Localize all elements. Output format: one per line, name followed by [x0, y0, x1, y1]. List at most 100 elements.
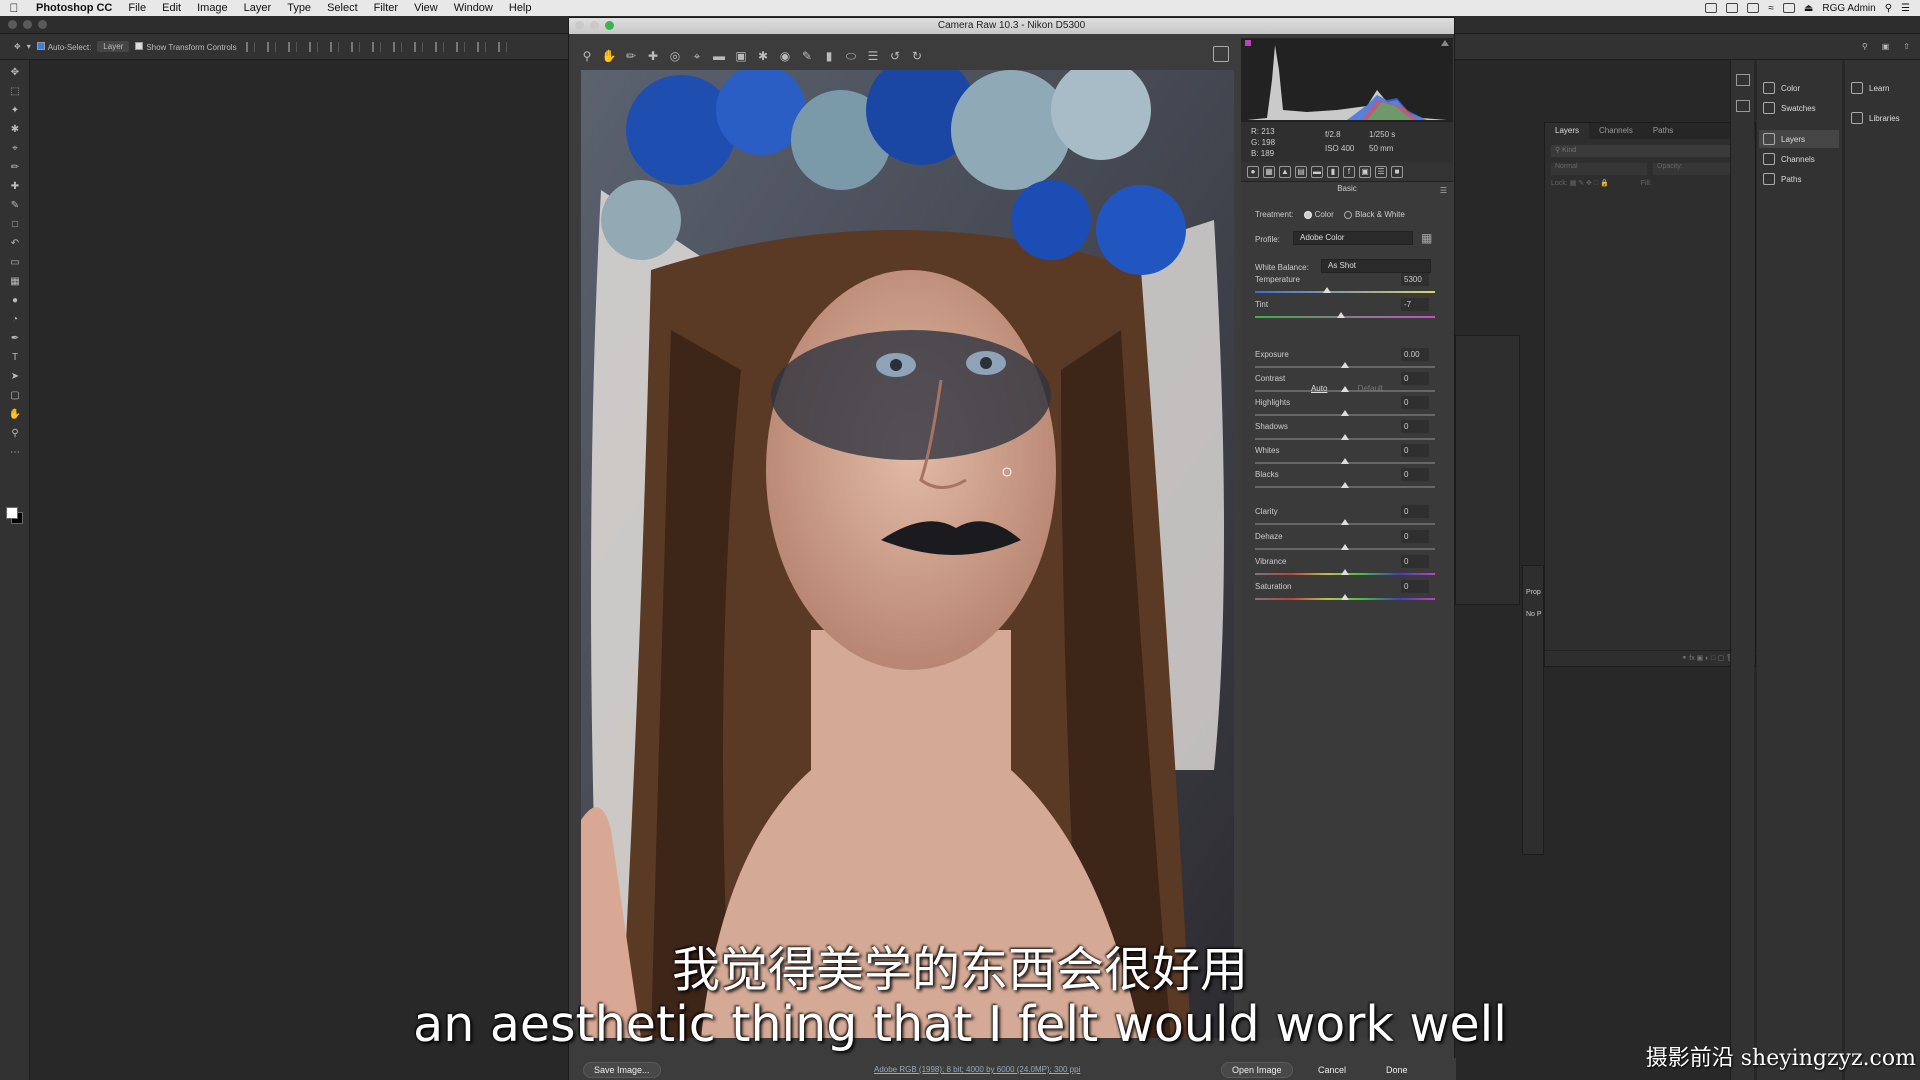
foreground-color-swatch[interactable]: [6, 507, 18, 519]
screen-record-icon[interactable]: [1705, 3, 1718, 13]
detail-tab-icon[interactable]: ▲: [1279, 165, 1291, 178]
marquee-tool-icon[interactable]: ⬚: [8, 84, 22, 98]
shadow-clipping-icon[interactable]: [1245, 40, 1251, 46]
hand-tool-icon[interactable]: ✋: [8, 407, 22, 421]
menu-image[interactable]: Image: [189, 2, 236, 14]
distribute-bottom-icon[interactable]: [413, 41, 423, 52]
clone-stamp-tool-icon[interactable]: □: [8, 217, 22, 231]
fullscreen-dialog-icon[interactable]: [605, 21, 614, 30]
dock-paths[interactable]: Paths: [1763, 173, 1801, 185]
menu-app-name[interactable]: Photoshop CC: [28, 2, 120, 14]
rotate-right-icon[interactable]: ↻: [909, 48, 925, 64]
slider-thumb[interactable]: [1341, 434, 1349, 440]
radial-filter-icon[interactable]: ⬭: [843, 48, 859, 64]
fill-field[interactable]: Fill:: [1641, 180, 1652, 187]
distribute-left-icon[interactable]: [434, 41, 444, 52]
slider-track[interactable]: [1255, 291, 1435, 293]
dock-color[interactable]: Color: [1763, 82, 1800, 94]
align-bottom-icon[interactable]: [350, 41, 360, 52]
brush-tool-icon[interactable]: ✎: [8, 198, 22, 212]
slider-thumb[interactable]: [1341, 362, 1349, 368]
profile-dropdown[interactable]: Adobe Color: [1293, 231, 1413, 245]
move-tool-icon[interactable]: ✥: [8, 65, 22, 79]
graduated-filter-icon[interactable]: ▮: [821, 48, 837, 64]
workspace-icon[interactable]: ▣: [1882, 42, 1890, 51]
split-toning-tab-icon[interactable]: ▬: [1311, 165, 1323, 178]
zoom-window-icon[interactable]: [38, 20, 47, 29]
type-tool-icon[interactable]: T: [8, 350, 22, 364]
calibration-tab-icon[interactable]: ▣: [1359, 165, 1371, 178]
blend-mode-dropdown[interactable]: Normal: [1551, 163, 1647, 175]
crop-tool-icon[interactable]: ⌖: [689, 48, 705, 64]
photo-preview[interactable]: [581, 70, 1234, 1038]
menu-layer[interactable]: Layer: [236, 2, 280, 14]
dock-swatches[interactable]: Swatches: [1763, 102, 1816, 114]
distribute-center-icon[interactable]: [455, 41, 465, 52]
rectangle-tool-icon[interactable]: ▢: [8, 388, 22, 402]
lasso-tool-icon[interactable]: ✦: [8, 103, 22, 117]
lens-tab-icon[interactable]: ▮: [1327, 165, 1339, 178]
menu-edit[interactable]: Edit: [154, 2, 189, 14]
hsl-tab-icon[interactable]: ▤: [1295, 165, 1307, 178]
save-image-button[interactable]: Save Image...: [583, 1062, 661, 1078]
eyedropper-tool-icon[interactable]: ✏: [8, 160, 22, 174]
zoom-tool-icon[interactable]: ⚲: [8, 426, 22, 440]
history-brush-tool-icon[interactable]: ↶: [8, 236, 22, 250]
apple-menu-icon[interactable]: : [0, 1, 28, 15]
menu-help[interactable]: Help: [501, 2, 540, 14]
highlight-clipping-icon[interactable]: [1441, 40, 1449, 46]
slider-value-field[interactable]: 0: [1401, 555, 1429, 568]
user-name[interactable]: RGG Admin: [1822, 3, 1875, 14]
transform-tool-icon[interactable]: ▣: [733, 48, 749, 64]
slider-value-field[interactable]: 0: [1401, 505, 1429, 518]
tab-layers[interactable]: Layers: [1545, 123, 1590, 139]
adjustments-icon[interactable]: [1735, 100, 1750, 112]
red-eye-tool-icon[interactable]: ◉: [777, 48, 793, 64]
cancel-button[interactable]: Cancel: [1307, 1062, 1357, 1078]
spot-removal-tool-icon[interactable]: ✱: [755, 48, 771, 64]
slider-thumb[interactable]: [1341, 594, 1349, 600]
presets-tab-icon[interactable]: ☰: [1375, 165, 1387, 178]
basic-tab-icon[interactable]: ●: [1247, 165, 1259, 178]
open-image-button[interactable]: Open Image: [1221, 1062, 1293, 1078]
slider-value-field[interactable]: 5300: [1401, 273, 1429, 286]
dock-channels[interactable]: Channels: [1763, 153, 1815, 165]
magic-wand-tool-icon[interactable]: ✱: [8, 122, 22, 136]
slider-value-field[interactable]: 0: [1401, 420, 1429, 433]
targeted-adjustment-tool-icon[interactable]: ◎: [667, 48, 683, 64]
slider-value-field[interactable]: 0: [1401, 444, 1429, 457]
distribute-top-icon[interactable]: [371, 41, 381, 52]
close-window-icon[interactable]: [8, 20, 17, 29]
fullscreen-toggle-icon[interactable]: [1213, 46, 1229, 62]
dodge-tool-icon[interactable]: ◔: [8, 312, 22, 326]
layers-footer-icons[interactable]: ⚭ fx ▣ ◐ □ ▢ 🗑: [1545, 650, 1755, 666]
minimize-dialog-icon[interactable]: [590, 21, 599, 30]
search-icon[interactable]: ⚲: [1862, 42, 1868, 51]
layer-filter-kind[interactable]: ⚲ Kind: [1551, 145, 1749, 157]
preferences-icon[interactable]: ☰: [865, 48, 881, 64]
distribute-middle-icon[interactable]: [392, 41, 402, 52]
tone-curve-tab-icon[interactable]: ▦: [1263, 165, 1275, 178]
brush-settings-icon[interactable]: [1735, 74, 1750, 86]
eject-icon[interactable]: ⏏: [1804, 3, 1813, 14]
more-tools-icon[interactable]: ⋯: [8, 445, 22, 459]
display-icon[interactable]: [1747, 3, 1760, 13]
slider-saturation[interactable]: Saturation 0: [1255, 580, 1435, 608]
menu-view[interactable]: View: [406, 2, 446, 14]
slider-thumb[interactable]: [1341, 519, 1349, 525]
menu-file[interactable]: File: [120, 2, 154, 14]
menu-window[interactable]: Window: [446, 2, 501, 14]
align-middle-icon[interactable]: [329, 41, 339, 52]
slider-thumb[interactable]: [1323, 287, 1331, 293]
slider-value-field[interactable]: 0.00: [1401, 348, 1429, 361]
auto-button[interactable]: Auto: [1311, 384, 1327, 393]
crop-tool-icon[interactable]: ⌖: [8, 141, 22, 155]
adjustment-brush-icon[interactable]: ✎: [799, 48, 815, 64]
show-transform-checkbox[interactable]: Show Transform Controls: [135, 41, 237, 52]
creative-cloud-icon[interactable]: [1726, 3, 1739, 13]
hand-tool-icon[interactable]: ✋: [601, 48, 617, 64]
slider-value-field[interactable]: 0: [1401, 580, 1429, 593]
eraser-tool-icon[interactable]: ▭: [8, 255, 22, 269]
move-tool-icon[interactable]: ✥: [14, 42, 21, 51]
slider-thumb[interactable]: [1341, 544, 1349, 550]
